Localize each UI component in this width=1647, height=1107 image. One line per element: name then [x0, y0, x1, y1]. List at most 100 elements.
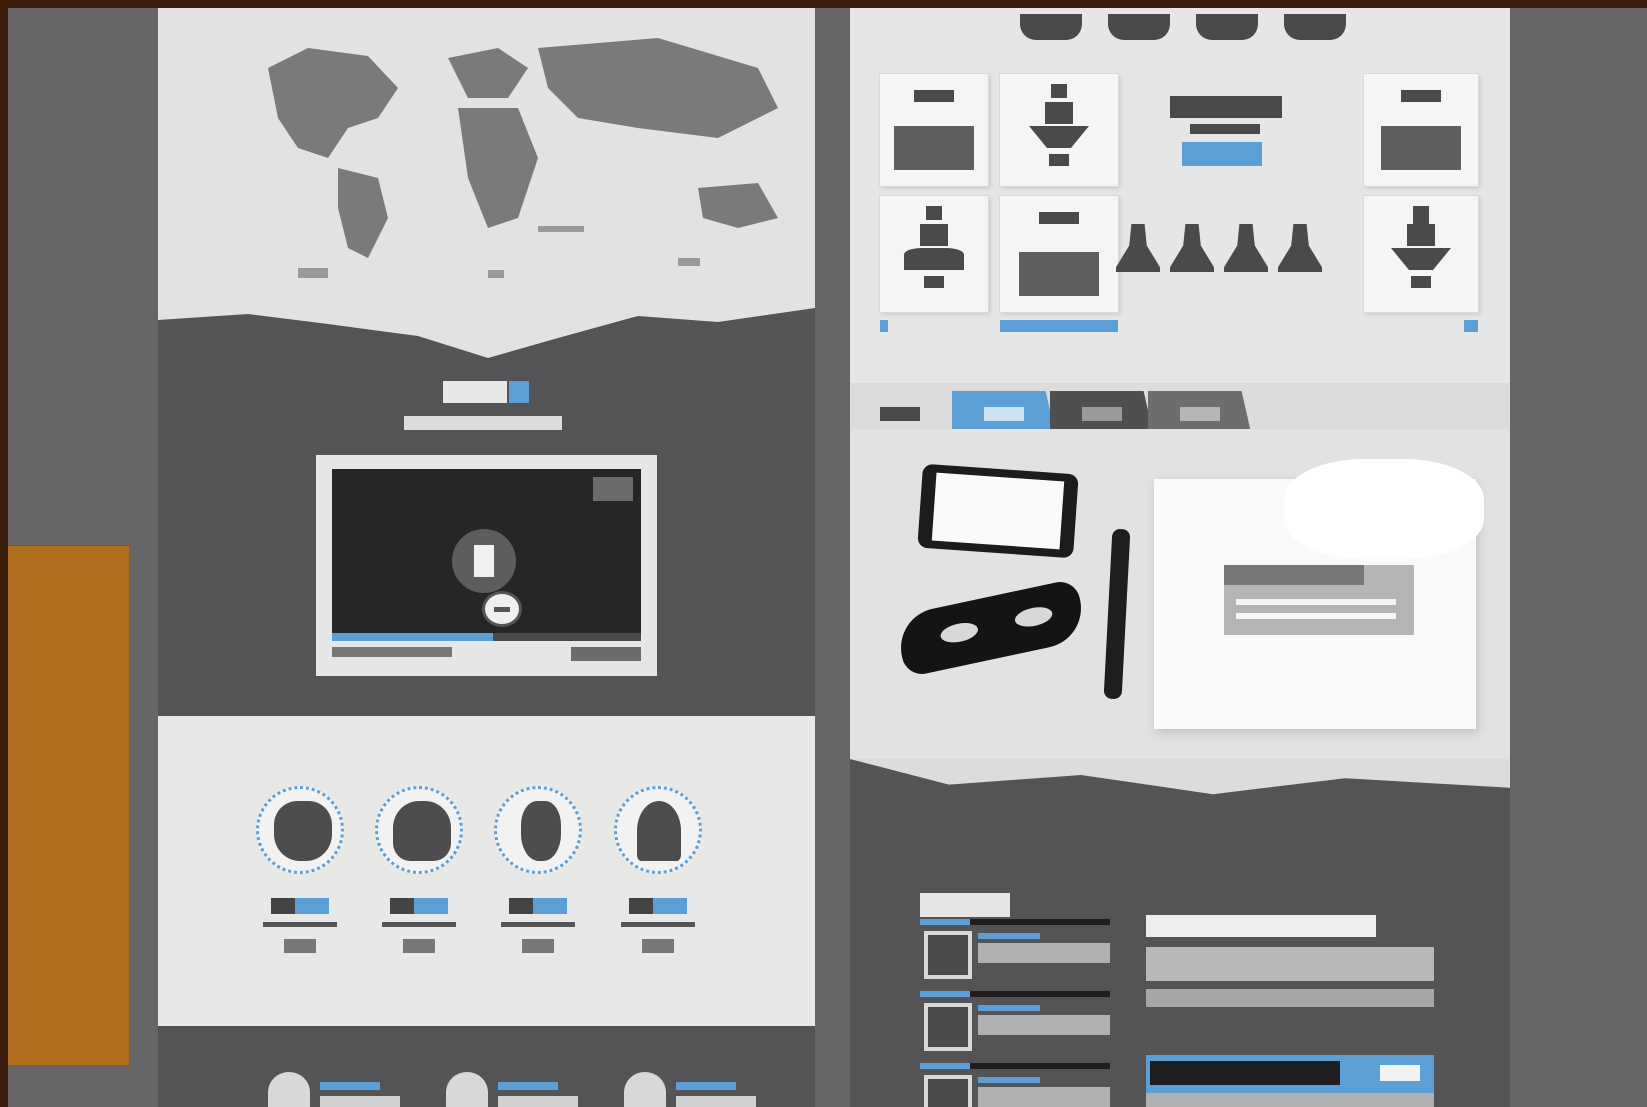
logo-accent: [509, 381, 529, 403]
hero-tagline: [404, 416, 562, 430]
pen-icon: [1103, 528, 1131, 700]
member-name: [250, 898, 350, 914]
phone-icon: [917, 463, 1079, 559]
blog-section: [850, 823, 1510, 1107]
person-icon: [902, 206, 966, 302]
pricing-card[interactable]: [1000, 196, 1118, 312]
service-icon: [268, 1072, 310, 1107]
avatar: [614, 786, 702, 874]
pricing-grid: [880, 74, 1478, 338]
nav-tab[interactable]: [1284, 14, 1346, 40]
plan-name: [1039, 212, 1079, 224]
pricing-underline: [1464, 320, 1478, 332]
avatar-icon: [274, 801, 332, 861]
member-name: [608, 898, 708, 914]
bell-icon: [1116, 224, 1160, 272]
pricing-underline: [1000, 320, 1118, 332]
post-thumbnail: [924, 1075, 972, 1107]
article-body: [1146, 989, 1434, 1007]
bell-icon: [1224, 224, 1268, 272]
member-role: [642, 939, 674, 953]
site-logo[interactable]: [443, 381, 529, 403]
avatar-icon: [521, 801, 561, 861]
gallery-image: [850, 429, 1510, 759]
divider: [382, 922, 456, 927]
article-body: [1146, 947, 1434, 981]
pricing-card[interactable]: [1364, 196, 1478, 312]
list-item[interactable]: [920, 1063, 1110, 1107]
post-list: [920, 893, 1110, 1107]
list-item[interactable]: [920, 919, 1110, 987]
nav-tab[interactable]: [1108, 14, 1170, 40]
avatar: [375, 786, 463, 874]
service-icon: [624, 1072, 666, 1107]
service-icon: [446, 1072, 488, 1107]
video-caption-text: [332, 647, 452, 657]
nav-tab[interactable]: [1020, 14, 1082, 40]
person-icon: [1389, 206, 1453, 302]
video-screen: [332, 469, 641, 641]
team-section: [158, 716, 815, 1026]
plan-price: [894, 126, 974, 170]
right-website-mockup: [850, 8, 1510, 1107]
post-list-heading: [920, 893, 1010, 917]
divider: [501, 922, 575, 927]
service-card[interactable]: [446, 1072, 586, 1107]
avatar-icon: [637, 801, 681, 861]
plan-name: [914, 90, 954, 102]
avatar: [494, 786, 582, 874]
article-title: [1146, 915, 1376, 937]
paper-curl: [1284, 459, 1484, 559]
canvas: [8, 8, 1647, 1107]
pricing-card[interactable]: [1364, 74, 1478, 186]
post-thumbnail: [924, 1003, 972, 1051]
member-name: [488, 898, 588, 914]
featured-plan-title: [1170, 96, 1282, 118]
pricing-card[interactable]: [880, 196, 988, 312]
video-progress-bar[interactable]: [332, 633, 641, 641]
featured-plan-button[interactable]: [1182, 142, 1262, 166]
video-progress-fill: [332, 633, 493, 641]
gallery-section: [850, 383, 1510, 823]
divider: [621, 922, 695, 927]
featured-plan-subtitle: [1190, 124, 1260, 134]
member-role: [403, 939, 435, 953]
team-member[interactable]: [250, 786, 350, 956]
bell-row: [1116, 224, 1322, 272]
map-dot: [488, 270, 504, 278]
member-role: [522, 939, 554, 953]
list-item[interactable]: [920, 991, 1110, 1059]
service-card[interactable]: [624, 1072, 764, 1107]
video-caption: [332, 647, 641, 661]
subscribe-form: [1146, 1055, 1434, 1093]
map-dot: [678, 258, 700, 266]
bell-icon: [1170, 224, 1214, 272]
email-field[interactable]: [1150, 1061, 1340, 1085]
section-divider: [850, 759, 1510, 823]
video-badge: [593, 477, 633, 501]
member-role: [284, 939, 316, 953]
footer-text: [1146, 1093, 1434, 1107]
nav-tab[interactable]: [1196, 14, 1258, 40]
team-member[interactable]: [608, 786, 708, 956]
document-card: [1224, 565, 1414, 635]
team-member[interactable]: [488, 786, 588, 956]
person-icon: [1027, 84, 1091, 180]
service-card[interactable]: [268, 1072, 408, 1107]
play-icon[interactable]: [452, 529, 516, 593]
pricing-card[interactable]: [880, 74, 988, 186]
pricing-card[interactable]: [1000, 74, 1118, 186]
video-duration: [571, 647, 641, 661]
orange-swatch: [8, 545, 129, 1065]
paper-sheet: [1154, 459, 1484, 729]
plan-name: [1401, 90, 1441, 102]
pricing-section: [850, 8, 1510, 383]
logo-wordmark: [443, 381, 507, 403]
member-name: [369, 898, 469, 914]
team-member[interactable]: [369, 786, 469, 956]
scrubber-handle[interactable]: [482, 591, 522, 627]
subscribe-button[interactable]: [1380, 1065, 1420, 1081]
plan-price: [1381, 126, 1461, 170]
top-nav: [1020, 14, 1346, 40]
article: [1146, 915, 1434, 1007]
